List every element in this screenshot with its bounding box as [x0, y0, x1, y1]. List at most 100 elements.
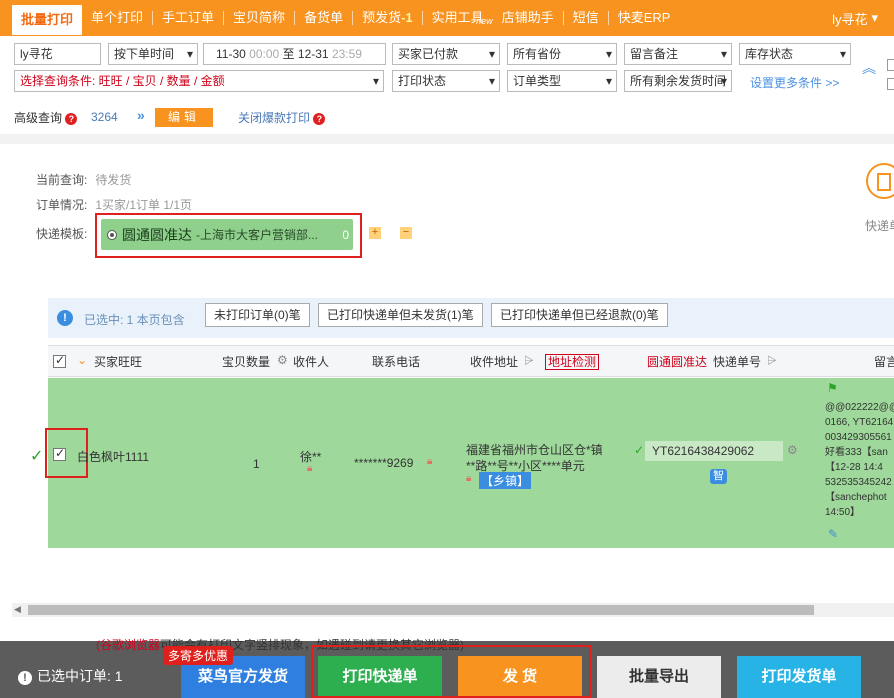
note-line: 好看333【san	[825, 447, 888, 458]
col-address: 收件地址	[470, 355, 519, 369]
time-sort-select[interactable]: 按下单时间	[108, 43, 198, 65]
col-qty: 宝贝数量	[222, 355, 271, 369]
filter-unprinted-button[interactable]: 未打印订单(0)笔	[205, 303, 310, 327]
scrollbar-thumb[interactable]	[28, 605, 814, 615]
top-nav: 批量打印 单个打印 手工订单 宝贝简称 备货单 预发货-1 实用工具 new 店铺…	[0, 0, 894, 36]
tab-tools[interactable]: 实用工具 new	[423, 0, 493, 36]
tab-single-print[interactable]: 单个打印	[82, 0, 152, 36]
date-end: 12-31	[297, 47, 329, 61]
advanced-count: 3264	[91, 110, 118, 124]
express-print-label: 快递单	[865, 219, 894, 233]
remark-select[interactable]: 留言备注	[624, 43, 732, 65]
row-checkbox[interactable]	[53, 446, 66, 461]
user-menu[interactable]: ly寻花 ▾	[832, 9, 894, 28]
remaining-time-select[interactable]: 所有剩余发货时间	[624, 70, 732, 92]
sort-chevron-icon[interactable]: ⌄	[77, 353, 87, 367]
info-icon: !	[57, 310, 73, 326]
order-summary: 订单情况: 1买家/1订单 1/1页	[36, 196, 192, 213]
time-start: 00:00	[249, 47, 280, 61]
note-line: 003429305561	[825, 432, 892, 443]
note-line: 532535345242	[825, 477, 892, 488]
tab-shop-helper[interactable]: 店铺助手	[493, 0, 563, 36]
chevron-down-icon: ▾	[871, 10, 878, 25]
express-template-label: 快递模板:	[36, 227, 88, 241]
new-badge: new	[476, 16, 493, 26]
date-range-input[interactable]: 11-30 00:00 至 12-31 23:59	[203, 43, 386, 65]
filter-icon[interactable]: ⩥	[524, 353, 534, 368]
batch-export-button[interactable]: 批量导出	[597, 656, 721, 698]
advanced-query-label: 高级查询	[14, 111, 63, 125]
row-buyer[interactable]: 白色枫叶1111	[77, 448, 149, 465]
lock-icon[interactable]: 🔒︎	[427, 456, 432, 467]
smart-badge[interactable]: 智	[710, 469, 727, 484]
tab-batch-print[interactable]: 批量打印	[12, 1, 83, 35]
select-all-checkbox[interactable]	[53, 353, 66, 368]
help-icon[interactable]: ?	[313, 113, 326, 125]
filter-printed-refunded-button[interactable]: 已打印快递单但已经退款(0)笔	[491, 303, 668, 327]
user-name: ly寻花	[832, 11, 868, 27]
double-arrow-icon[interactable]: »	[137, 107, 145, 123]
col-phone: 联系电话	[372, 355, 421, 369]
tracking-number-input[interactable]: YT6216438429062	[645, 441, 783, 461]
check-address-label: 地址检测	[545, 354, 600, 370]
filter-checkbox-1[interactable]	[887, 59, 894, 71]
tab-erp[interactable]: 快麦ERP	[609, 0, 680, 36]
horizontal-scrollbar[interactable]: ◀	[12, 603, 894, 617]
town-tag: 【乡镇】	[479, 472, 532, 489]
pencil-icon[interactable]: ✎	[828, 527, 838, 541]
presend-count: -1	[401, 10, 413, 25]
gear-icon[interactable]: ⚙	[277, 353, 288, 367]
radio-icon	[107, 229, 117, 240]
highlight-box	[311, 645, 591, 698]
paid-status-select[interactable]: 买家已付款	[392, 43, 500, 65]
express-template-option[interactable]: 圆通圆准达 -上海市大客户营销部... 0	[101, 219, 353, 250]
filter-icon[interactable]: ⩥	[767, 353, 777, 368]
tab-presend-label: 预发货	[362, 10, 402, 25]
stock-select[interactable]: 库存状态	[739, 43, 851, 65]
selection-text: 已选中: 1 本页包含	[84, 313, 185, 327]
date-to-label: 至	[282, 47, 295, 61]
edit-button[interactable]: 编辑	[155, 108, 213, 127]
order-summary-value: 1买家/1订单 1/1页	[95, 198, 193, 212]
order-summary-label: 订单情况:	[36, 198, 88, 212]
note-line: 14:50】	[825, 507, 861, 518]
date-start: 11-30	[216, 47, 246, 61]
lock-icon[interactable]: 🔒︎	[466, 473, 471, 484]
scroll-left-icon[interactable]: ◀	[14, 604, 21, 615]
collapse-up-icon[interactable]: ︽	[862, 58, 876, 78]
help-icon[interactable]: ?	[65, 113, 78, 125]
note-line: 【12-28 14:4	[825, 462, 883, 473]
browser-warning-prefix: (谷歌浏览器	[96, 638, 160, 652]
row-phone: *******9269	[354, 456, 414, 470]
wangwang-input[interactable]: ly寻花	[14, 43, 101, 65]
flag-icon: ⚑	[827, 381, 838, 395]
tab-manual-order[interactable]: 手工订单	[153, 0, 223, 36]
condition-select[interactable]: 选择查询条件: 旺旺 / 宝贝 / 数量 / 金额	[14, 70, 384, 92]
section-divider	[0, 134, 894, 144]
printer-icon[interactable]	[866, 163, 894, 199]
lock-icon[interactable]: 🔒︎	[307, 463, 312, 474]
order-type-select[interactable]: 订单类型	[507, 70, 617, 92]
add-template-button[interactable]: +	[369, 227, 381, 239]
gear-icon[interactable]: ⚙	[787, 443, 798, 457]
tab-presend[interactable]: 预发货-1	[353, 0, 422, 36]
close-hot-print-link[interactable]: 关闭爆款打印 ?	[238, 109, 326, 126]
promo-badge: 多寄多优惠	[163, 646, 234, 665]
row-qty: 1	[253, 457, 260, 471]
more-conditions-link[interactable]: 设置更多条件 >>	[750, 74, 839, 91]
check-address-button[interactable]: 地址检测	[545, 353, 600, 370]
filter-checkbox-2[interactable]	[887, 78, 894, 90]
template-sub: -上海市大客户营销部...	[196, 228, 318, 242]
province-select[interactable]: 所有省份	[507, 43, 617, 65]
tab-sms[interactable]: 短信	[564, 0, 608, 36]
tab-item-abbr[interactable]: 宝贝简称	[224, 0, 294, 36]
col-carrier[interactable]: 圆通圆准达	[647, 353, 707, 370]
remove-template-button[interactable]: −	[400, 227, 412, 239]
tab-stock-list[interactable]: 备货单	[295, 0, 352, 36]
advanced-query[interactable]: 高级查询 ?	[14, 109, 78, 126]
filter-printed-unshipped-button[interactable]: 已打印快递单但未发货(1)笔	[318, 303, 483, 327]
print-status-select[interactable]: 打印状态	[392, 70, 500, 92]
print-invoice-button[interactable]: 打印发货单	[737, 656, 861, 698]
col-note: 留言	[874, 355, 894, 369]
time-end: 23:59	[331, 47, 362, 61]
